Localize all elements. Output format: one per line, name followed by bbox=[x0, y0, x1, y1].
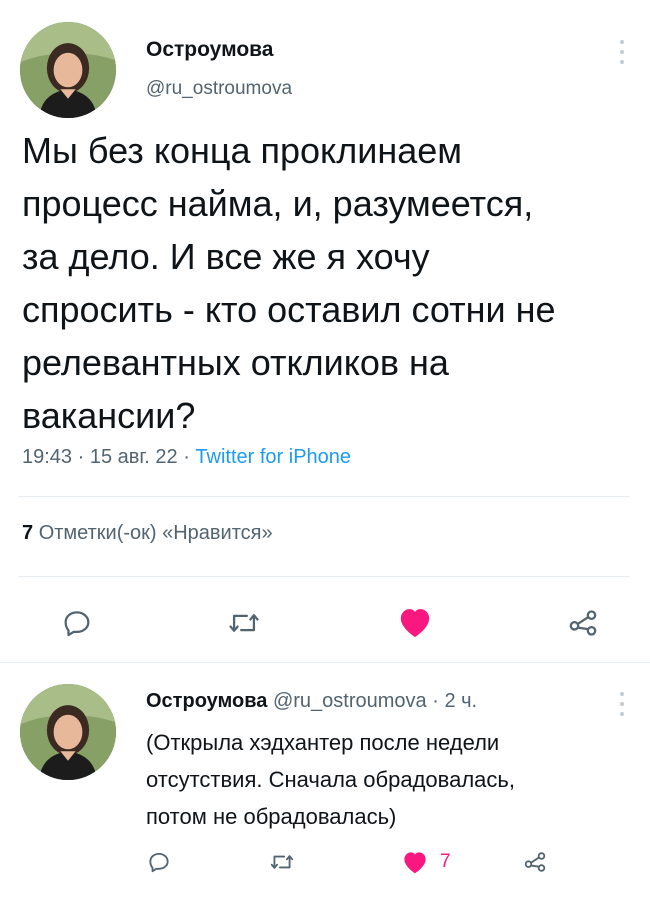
meta-separator: · bbox=[77, 446, 85, 468]
more-vertical-icon[interactable] bbox=[620, 40, 626, 64]
reply-icon[interactable] bbox=[146, 849, 172, 875]
divider bbox=[0, 662, 650, 663]
author-handle[interactable]: @ru_ostroumova bbox=[146, 78, 292, 100]
share-icon[interactable] bbox=[566, 606, 600, 640]
tweet-time[interactable]: 19:43 bbox=[22, 446, 72, 468]
meta-separator: · bbox=[183, 446, 190, 468]
retweet-icon[interactable] bbox=[268, 849, 296, 875]
tweet-text-line: Мы без конца проклинаем bbox=[22, 130, 462, 171]
reply-text-line: потом не обрадовалась) bbox=[146, 804, 397, 829]
divider bbox=[18, 496, 630, 497]
tweet-date[interactable]: 15 авг. 22 bbox=[90, 446, 178, 468]
reply-text: (Открыла хэдхантер после недели отсутств… bbox=[146, 724, 515, 835]
likes-label: Отметки(-ок) «Нравится» bbox=[38, 522, 273, 544]
avatar-photo bbox=[20, 22, 116, 118]
avatar[interactable] bbox=[20, 684, 116, 780]
likes-count: 7 bbox=[22, 522, 34, 544]
tweet-text-line: вакансии? bbox=[22, 395, 196, 436]
tweet-text-line: релевантных откликов на bbox=[22, 342, 449, 383]
author-name[interactable]: Остроумова bbox=[146, 38, 273, 62]
reply-like-count: 7 bbox=[440, 851, 451, 872]
reply-age: · 2 ч. bbox=[432, 690, 478, 712]
tweet-text: Мы без конца проклинаем процесс найма, и… bbox=[22, 124, 556, 442]
reply-header: Остроумова @ru_ostroumova · 2 ч. bbox=[146, 690, 477, 713]
heart-icon[interactable] bbox=[394, 602, 436, 642]
reply-text-line: (Открыла хэдхантер после недели bbox=[146, 730, 500, 755]
likes-summary[interactable]: 7 Отметки(-ок) «Нравится» bbox=[22, 522, 273, 545]
avatar-photo bbox=[20, 684, 116, 780]
tweet-meta: 19:43 · 15 авг. 22 · Twitter for iPhone bbox=[22, 446, 351, 469]
tweet-text-line: процесс найма, и, разумеется, bbox=[22, 183, 534, 224]
tweet-text-line: за дело. И все же я хочу bbox=[22, 236, 430, 277]
retweet-icon[interactable] bbox=[226, 606, 262, 640]
more-vertical-icon[interactable] bbox=[620, 692, 626, 716]
heart-icon[interactable] bbox=[400, 847, 430, 877]
share-icon[interactable] bbox=[522, 849, 548, 875]
reply-author-handle[interactable]: @ru_ostroumova bbox=[273, 690, 427, 712]
reply-text-line: отсутствия. Сначала обрадовалась, bbox=[146, 767, 515, 792]
avatar[interactable] bbox=[20, 22, 116, 118]
divider bbox=[18, 576, 630, 577]
tweet-text-line: спросить - кто оставил сотни не bbox=[22, 289, 556, 330]
reply-icon[interactable] bbox=[60, 606, 94, 640]
reply-author-name[interactable]: Остроумова bbox=[146, 690, 267, 712]
tweet-source-link[interactable]: Twitter for iPhone bbox=[195, 446, 351, 468]
